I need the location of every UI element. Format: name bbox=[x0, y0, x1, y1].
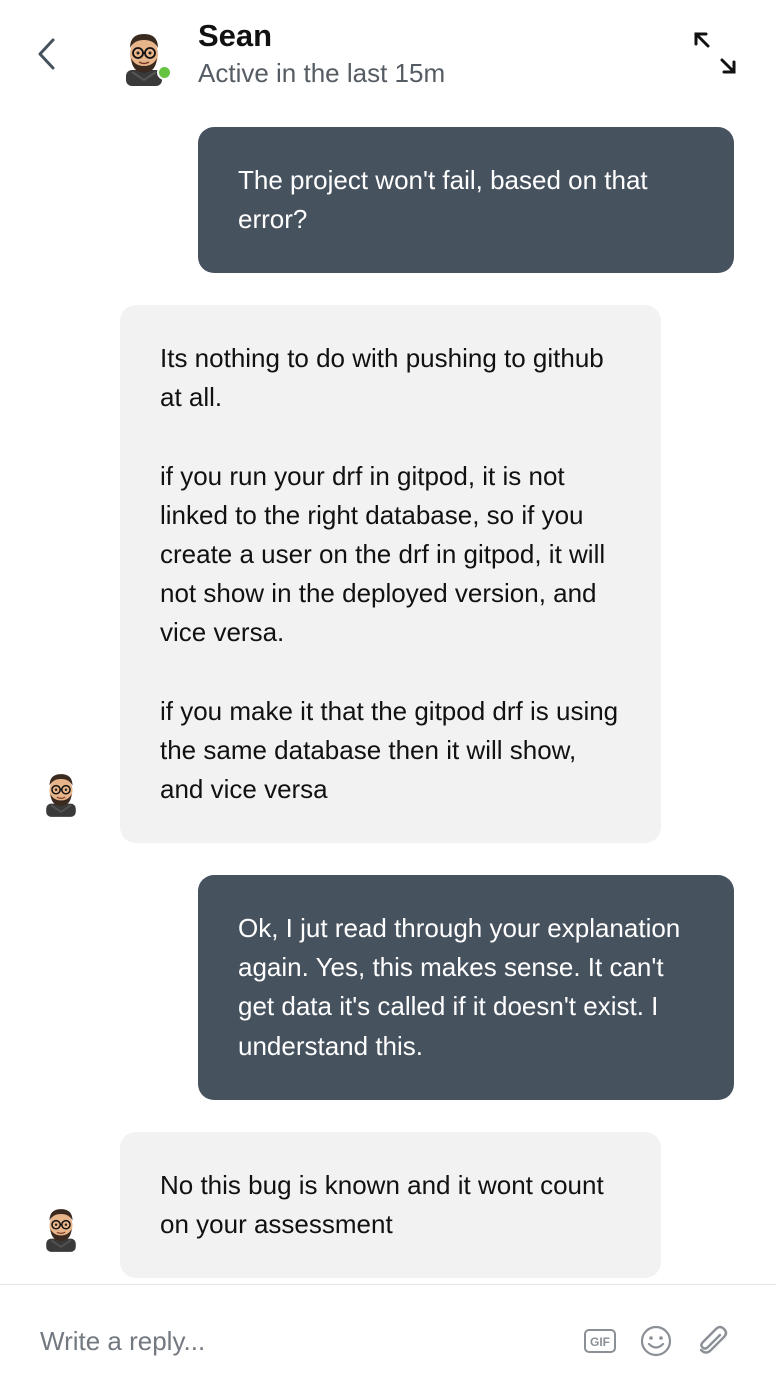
sender-avatar bbox=[45, 773, 77, 818]
contact-status: Active in the last 15m bbox=[198, 58, 446, 88]
attachment-button[interactable] bbox=[694, 1323, 730, 1359]
expand-arrows-icon bbox=[694, 32, 736, 74]
emoji-button[interactable] bbox=[638, 1323, 674, 1359]
online-status-indicator bbox=[157, 65, 172, 80]
incoming-message[interactable]: No this bug is known and it wont count o… bbox=[120, 1132, 661, 1278]
outgoing-message[interactable]: Ok, I jut read through your explanation … bbox=[198, 875, 734, 1100]
chat-header: Sean Active in the last 15m bbox=[0, 0, 776, 110]
gif-button[interactable]: GIF bbox=[582, 1323, 618, 1359]
contact-name: Sean bbox=[198, 18, 273, 53]
back-button[interactable] bbox=[28, 34, 64, 74]
reply-input[interactable] bbox=[40, 1317, 560, 1365]
attachment-icon bbox=[699, 1325, 728, 1354]
outgoing-message[interactable]: The project won't fail, based on that er… bbox=[198, 127, 734, 273]
gif-icon: GIF bbox=[584, 1329, 616, 1353]
chevron-left-icon bbox=[38, 38, 55, 70]
reply-composer: GIF bbox=[0, 1284, 776, 1388]
expand-button[interactable] bbox=[690, 28, 740, 78]
incoming-message[interactable]: Its nothing to do with pushing to github… bbox=[120, 305, 661, 843]
gif-label: GIF bbox=[590, 1335, 610, 1349]
emoji-icon bbox=[640, 1325, 672, 1357]
sender-avatar bbox=[45, 1208, 77, 1253]
